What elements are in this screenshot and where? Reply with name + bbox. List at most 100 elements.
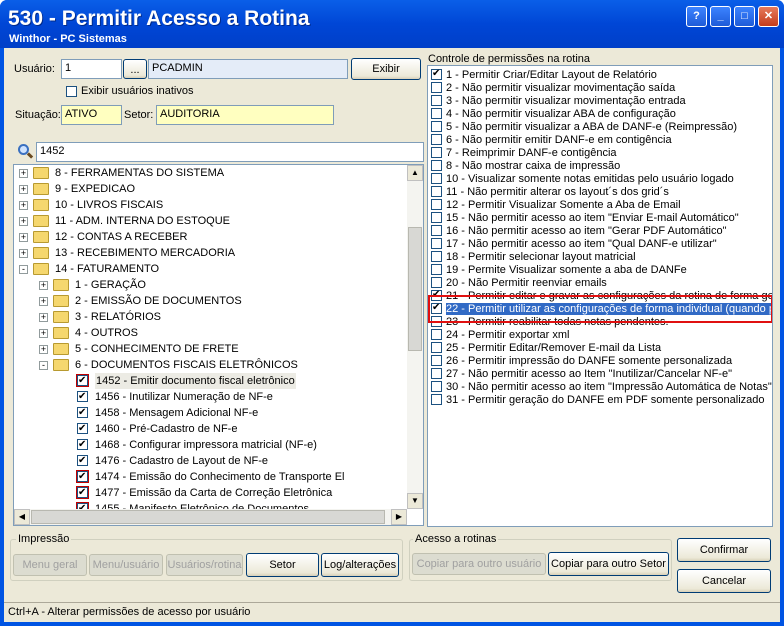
permission-checkbox[interactable] [431,329,442,340]
tree-item[interactable]: +11 - ADM. INTERNA DO ESTOQUE [14,213,407,229]
expand-icon[interactable]: + [39,281,48,290]
expand-icon[interactable]: + [19,185,28,194]
permission-item[interactable]: 20 - Não Permitir reenviar emails [431,277,607,290]
tree-item[interactable]: 1476 - Cadastro de Layout de NF-e [14,453,407,469]
routine-checkbox[interactable] [77,405,88,421]
tree-item[interactable]: 1477 - Emissão da Carta de Correção Elet… [14,485,407,501]
confirmar-button[interactable]: Confirmar [677,538,771,562]
tree-item[interactable]: +8 - FERRAMENTAS DO SISTEMA [14,165,407,181]
permission-item[interactable]: 24 - Permitir exportar xml [431,329,569,342]
permission-checkbox[interactable] [431,212,442,223]
collapse-icon[interactable]: - [39,361,48,370]
permission-item[interactable]: 11 - Não permitir alterar os layout´s do… [431,186,669,199]
expand-icon[interactable]: + [19,233,28,242]
permission-checkbox[interactable] [431,134,442,145]
permission-item[interactable]: 4 - Não permitir visualizar ABA de confi… [431,108,676,121]
menu-usuario-button[interactable]: Menu/usuário [89,554,163,576]
tree-item[interactable]: 1456 - Inutilizar Numeração de NF-e [14,389,407,405]
expand-icon[interactable]: + [19,169,28,178]
permission-checkbox[interactable] [431,199,442,210]
inactive-users-checkbox[interactable] [66,86,77,97]
tree-item[interactable]: 1458 - Mensagem Adicional NF-e [14,405,407,421]
tree-item[interactable]: - 14 - FATURAMENTO [14,261,407,277]
routine-checkbox[interactable] [76,485,89,501]
tree-item[interactable]: 1474 - Emissão do Conhecimento de Transp… [14,469,407,485]
usuario-code-input[interactable]: 1 [61,59,122,79]
expand-icon[interactable]: + [39,329,48,338]
permission-checkbox[interactable] [431,108,442,119]
collapse-icon[interactable]: - [19,265,28,274]
routine-checkbox[interactable] [77,453,88,469]
permission-checkbox[interactable] [431,394,442,405]
tree-scroll-thumb[interactable] [408,227,422,351]
permission-item[interactable]: 2 - Não permitir visualizar movimentação… [431,82,675,95]
permission-item[interactable]: 15 - Não permitir acesso ao item "Enviar… [431,212,739,225]
copiar-usuario-button[interactable]: Copiar para outro usuário [412,553,546,575]
scroll-down-arrow-icon[interactable]: ▼ [407,493,423,509]
permission-checkbox[interactable] [431,225,442,236]
permission-checkbox[interactable] [431,277,442,288]
permission-checkbox[interactable] [431,173,442,184]
expand-icon[interactable]: + [39,345,48,354]
exibir-button[interactable]: Exibir [351,58,421,80]
expand-icon[interactable]: + [39,297,48,306]
cancelar-button[interactable]: Cancelar [677,569,771,593]
permission-checkbox[interactable] [431,355,442,366]
usuarios-rotina-button[interactable]: Usuários/rotina [166,554,243,576]
tree-item[interactable]: +9 - EXPEDICAO [14,181,407,197]
maximize-button[interactable]: □ [734,6,755,27]
expand-icon[interactable]: + [19,249,28,258]
close-button[interactable]: ✕ [758,6,779,27]
permission-item[interactable]: 7 - Reimprimir DANF-e contigência [431,147,617,160]
tree-item[interactable]: +10 - LIVROS FISCAIS [14,197,407,213]
permission-item[interactable]: 10 - Visualizar somente notas emitidas p… [431,173,734,186]
permission-checkbox[interactable] [431,160,442,171]
routine-checkbox[interactable] [77,389,88,405]
permission-item[interactable]: 31 - Permitir geração do DANFE em PDF so… [431,394,765,407]
permission-checkbox[interactable] [431,67,442,80]
menu-geral-button[interactable]: Menu geral [13,554,87,576]
scroll-up-arrow-icon[interactable]: ▲ [407,165,423,181]
permission-item[interactable]: 1 - Permitir Criar/Editar Layout de Rela… [431,67,657,82]
setor-print-button[interactable]: Setor [246,553,319,577]
tree-item[interactable]: 1468 - Configurar impressora matricial (… [14,437,407,453]
permission-item[interactable]: 3 - Não permitir visualizar movimentação… [431,95,686,108]
scroll-right-arrow-icon[interactable]: ▶ [391,509,407,525]
scroll-left-arrow-icon[interactable]: ◀ [14,509,30,525]
tree-item[interactable]: +1 - GERAÇÃO [14,277,407,293]
permission-item[interactable]: 18 - Permitir selecionar layout matricia… [431,251,636,264]
tree-item[interactable]: - 6 - DOCUMENTOS FISCAIS ELETRÔNICOS [14,357,407,373]
tree-item[interactable]: +12 - CONTAS A RECEBER [14,229,407,245]
permission-item[interactable]: 25 - Permitir Editar/Remover E-mail da L… [431,342,661,355]
permission-checkbox[interactable] [431,147,442,158]
expand-icon[interactable]: + [19,217,28,226]
permission-checkbox[interactable] [431,82,442,93]
permission-item[interactable]: 5 - Não permitir visualizar a ABA de DAN… [431,121,737,134]
permission-item[interactable]: 19 - Permite Visualizar somente a aba de… [431,264,687,277]
permission-item[interactable]: 26 - Permitir impressão do DANFE somente… [431,355,732,368]
tree-item[interactable]: +4 - OUTROS [14,325,407,341]
tree-item[interactable]: +2 - EMISSÃO DE DOCUMENTOS [14,293,407,309]
help-button[interactable]: ? [686,6,707,27]
tree-item[interactable]: +3 - RELATÓRIOS [14,309,407,325]
minimize-button[interactable]: _ [710,6,731,27]
tree-vertical-scrollbar[interactable]: ▲ ▼ [407,165,423,509]
expand-icon[interactable]: + [19,201,28,210]
permission-item[interactable]: 27 - Não permitir acesso ao Item "Inutil… [431,368,732,381]
permission-checkbox[interactable] [431,95,442,106]
permission-checkbox[interactable] [431,264,442,275]
tree-item[interactable]: 1460 - Pré-Cadastro de NF-e [14,421,407,437]
permission-item[interactable]: 30 - Não permitir acesso ao item "Impres… [431,381,772,394]
tree-item[interactable]: +5 - CONHECIMENTO DE FRETE [14,341,407,357]
tree-hscroll-thumb[interactable] [31,510,385,524]
usuario-lookup-button[interactable]: ... [123,59,147,79]
log-alteracoes-button[interactable]: Log/alterações [321,553,399,577]
tree-horizontal-scrollbar[interactable]: ◀ ▶ [14,509,407,525]
permission-checkbox[interactable] [431,238,442,249]
permission-item[interactable]: 17 - Não permitir acesso ao item "Qual D… [431,238,717,251]
permission-item[interactable]: 8 - Não mostrar caixa de impressão [431,160,620,173]
routine-checkbox[interactable] [76,373,89,389]
permission-checkbox[interactable] [431,121,442,132]
permission-item[interactable]: 16 - Não permitir acesso ao item "Gerar … [431,225,726,238]
routine-checkbox[interactable] [77,421,88,437]
